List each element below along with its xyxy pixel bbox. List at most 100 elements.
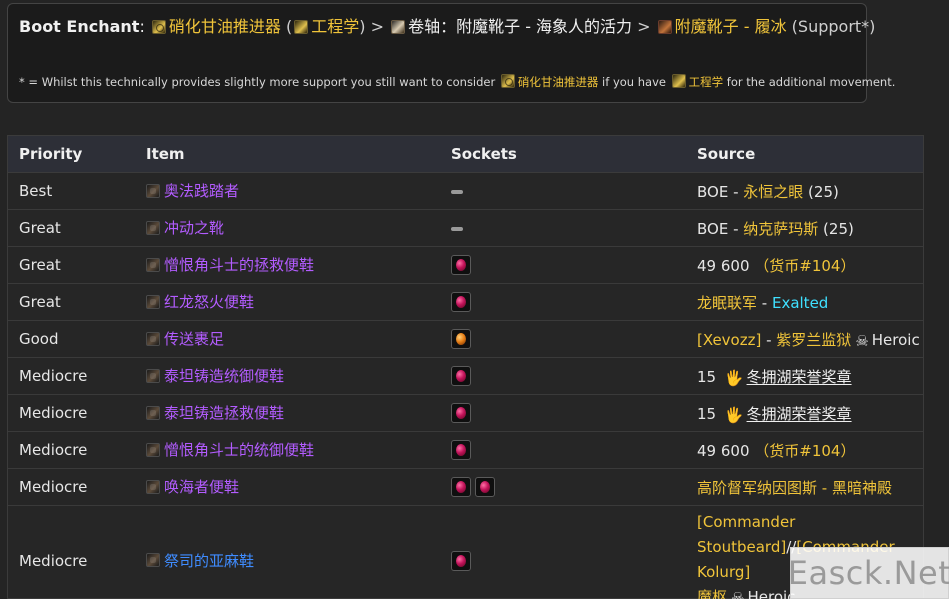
table-row: Great 憎恨角斗士的拯救便鞋 49 600 （货币#104）	[8, 246, 923, 284]
page: Boot Enchant: 硝化甘油推进器 (工程学) > 卷轴：附魔靴子 - …	[0, 0, 949, 599]
red-socket-icon[interactable]	[451, 440, 471, 460]
item-link[interactable]: 奥法践踏者	[146, 180, 239, 201]
arrow-separator: >	[632, 17, 656, 36]
boots-table: Priority Item Sockets Source Best 奥法践踏者	[8, 136, 923, 599]
table-row: Mediocre 唤海者便鞋 高阶督军纳因图斯 - 黑暗神殿	[8, 468, 923, 506]
source-separator: -	[817, 478, 832, 497]
source-link[interactable]: 纳克萨玛斯	[743, 220, 818, 238]
scroll-icon	[391, 20, 406, 34]
item-cell: 祭司的亚麻鞋	[135, 506, 440, 599]
enchant-link-nitro-boosts[interactable]: 硝化甘油推进器	[169, 17, 281, 36]
red-socket-icon[interactable]	[451, 403, 471, 423]
sockets-cell	[440, 320, 686, 358]
source-link[interactable]: （货币#104）	[754, 257, 855, 275]
item-link[interactable]: 唤海者便鞋	[146, 476, 239, 497]
boot-enchant-line: Boot Enchant: 硝化甘油推进器 (工程学) > 卷轴：附魔靴子 - …	[19, 16, 875, 38]
boot-enchant-colon: :	[139, 17, 145, 36]
note-suffix: for the additional movement.	[723, 75, 896, 89]
item-cell: 冲动之靴	[135, 209, 440, 247]
item-name: 奥法践踏者	[164, 182, 240, 201]
paren-close: ) >	[359, 17, 390, 36]
priority-cell: Mediocre	[8, 394, 135, 432]
item-name: 红龙怒火便鞋	[164, 293, 255, 312]
header-priority: Priority	[8, 136, 135, 173]
source-link[interactable]: （货币#104）	[754, 442, 855, 460]
support-tag: (Support*)	[786, 17, 876, 36]
note-link-nitro-boosts[interactable]: 硝化甘油推进器	[518, 75, 599, 89]
boots-icon	[146, 405, 160, 420]
dungeon-link[interactable]: 紫罗兰监狱	[776, 331, 851, 349]
sockets-cell	[440, 394, 686, 432]
source-suffix: (25)	[803, 182, 839, 201]
sockets-cell	[440, 431, 686, 469]
enchant-link-scroll[interactable]: 卷轴：附魔靴子 - 海象人的活力	[408, 17, 632, 36]
sockets-cell	[440, 506, 686, 599]
instance-link[interactable]: 黑暗神殿	[832, 479, 892, 497]
item-name: 冲动之靴	[164, 219, 225, 238]
boots-icon	[146, 479, 160, 494]
source-link[interactable]: 永恒之眼	[743, 183, 803, 201]
item-link[interactable]: 冲动之靴	[146, 217, 224, 238]
boss-link[interactable]: [Commander	[697, 513, 795, 531]
red-socket-icon[interactable]	[451, 477, 471, 497]
item-link[interactable]: 祭司的亚麻鞋	[146, 550, 254, 571]
item-link[interactable]: 泰坦铸造统御便鞋	[146, 365, 284, 386]
boot-enchant-card: Boot Enchant: 硝化甘油推进器 (工程学) > 卷轴：附魔靴子 - …	[7, 3, 895, 103]
red-socket-icon[interactable]	[451, 255, 471, 275]
currency-link[interactable]: 冬拥湖荣誉奖章	[747, 368, 852, 386]
table-header-row: Priority Item Sockets Source	[8, 136, 923, 173]
red-socket-icon[interactable]	[451, 292, 471, 312]
profession-link-engineering[interactable]: 工程学	[311, 17, 359, 36]
item-cell: 泰坦铸造统御便鞋	[135, 357, 440, 395]
boots-icon	[146, 257, 160, 272]
item-name: 传送裹足	[164, 330, 225, 349]
item-link[interactable]: 憎恨角斗士的统御便鞋	[146, 439, 314, 460]
item-link[interactable]: 传送裹足	[146, 328, 224, 349]
table-row: Great 冲动之靴 BOE - 纳克萨玛斯 (25)	[8, 209, 923, 247]
boot-enchant-note: * = Whilst this technically provides sli…	[19, 74, 895, 90]
watermark: Easck.Net	[788, 547, 949, 599]
glove-icon: 🖐	[724, 368, 744, 387]
source-prefix: 15	[697, 404, 721, 423]
red-socket-icon[interactable]	[451, 366, 471, 386]
source-cell: 高阶督军纳因图斯 - 黑暗神殿	[686, 468, 923, 506]
source-cell: 龙眠联军 - Exalted	[686, 283, 923, 321]
boss-link[interactable]: Stoutbeard]	[697, 538, 786, 556]
sockets-cell	[440, 172, 686, 210]
boss-link[interactable]: [Xevozz]	[697, 331, 761, 349]
priority-cell: Mediocre	[8, 431, 135, 469]
dungeon-link[interactable]: 魔枢	[697, 588, 727, 599]
priority-cell: Great	[8, 246, 135, 284]
boots-icon	[146, 220, 160, 235]
orange-socket-icon[interactable]	[451, 329, 471, 349]
sockets-cell	[440, 283, 686, 321]
item-link[interactable]: 红龙怒火便鞋	[146, 291, 254, 312]
currency-link[interactable]: 冬拥湖荣誉奖章	[747, 405, 852, 423]
table-row: Best 奥法践踏者 BOE - 永恒之眼 (25)	[8, 172, 923, 210]
red-socket-icon[interactable]	[451, 550, 471, 571]
table-head: Priority Item Sockets Source	[8, 136, 923, 173]
enchant-link-icewalker[interactable]: 附魔靴子 - 履冰	[675, 17, 787, 36]
faction-link[interactable]: 龙眠联军	[697, 294, 757, 312]
item-cell: 奥法践踏者	[135, 172, 440, 210]
boss-link[interactable]: 高阶督军纳因图斯	[697, 479, 817, 497]
priority-cell: Great	[8, 283, 135, 321]
sockets-cell	[440, 468, 686, 506]
source-cell: 49 600 （货币#104）	[686, 431, 923, 469]
item-cell: 唤海者便鞋	[135, 468, 440, 506]
table-row: Mediocre 憎恨角斗士的统御便鞋 49 600 （货币#104）	[8, 431, 923, 469]
no-sockets-icon	[451, 189, 463, 194]
engineering-icon-small	[671, 74, 686, 88]
item-link[interactable]: 憎恨角斗士的拯救便鞋	[146, 254, 314, 275]
source-cell: 49 600 （货币#104）	[686, 246, 923, 284]
boots-icon	[146, 368, 160, 383]
table-row: Mediocre 祭司的亚麻鞋 [Commander Stoutbeard] K…	[8, 506, 923, 599]
priority-cell: Mediocre	[19, 551, 88, 570]
source-separator: -	[757, 293, 772, 312]
table-body: Best 奥法践踏者 BOE - 永恒之眼 (25) Great 冲动之靴 BO…	[8, 172, 923, 599]
source-cell: [Xevozz] - 紫罗兰监狱 ☠ Heroic	[686, 320, 923, 358]
note-link-engineering[interactable]: 工程学	[689, 75, 724, 89]
item-link[interactable]: 泰坦铸造拯救便鞋	[146, 402, 284, 423]
red-socket-icon[interactable]	[475, 477, 495, 497]
source-cell: 15 🖐 冬拥湖荣誉奖章	[686, 357, 923, 395]
